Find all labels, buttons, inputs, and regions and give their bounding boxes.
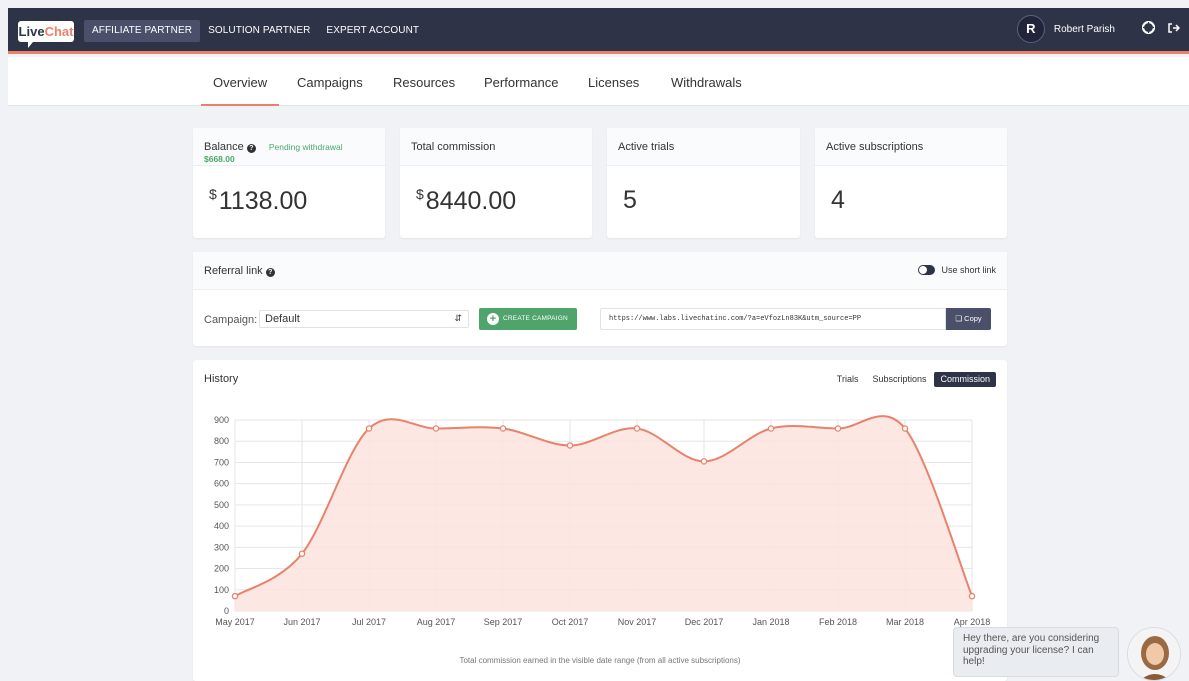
trials-value: 5: [623, 186, 637, 214]
question-icon[interactable]: ?: [246, 144, 256, 153]
commission-card: Total commission $8440.00: [400, 128, 592, 238]
plus-circle-icon: +: [487, 313, 499, 325]
tab-overview[interactable]: Overview: [200, 75, 280, 106]
livechat-logo[interactable]: LiveChat: [18, 21, 74, 48]
x-tick-label: Aug 2017: [417, 617, 456, 627]
logout-icon[interactable]: [1167, 22, 1181, 37]
filter-commission[interactable]: Commission: [934, 372, 996, 387]
data-point: [901, 425, 909, 432]
balance-value: $1138.00: [209, 186, 308, 215]
short-link-label: Use short link: [941, 265, 996, 275]
sub-nav: Overview Campaigns Resources Performance…: [8, 57, 1189, 106]
y-tick-label: 800: [214, 436, 229, 446]
data-point: [968, 592, 976, 600]
short-link-toggle[interactable]: [918, 265, 935, 275]
top-nav: AFFILIATE PARTNER SOLUTION PARTNER EXPER…: [84, 20, 427, 42]
data-point: [231, 592, 239, 600]
history-title: History: [204, 373, 239, 385]
create-campaign-button[interactable]: + CREATE CAMPAIGN: [479, 308, 577, 330]
x-tick-label: Mar 2018: [886, 617, 924, 627]
y-tick-label: 200: [214, 564, 229, 574]
referral-header: Referral link ? Use short link: [193, 252, 1007, 290]
tab-resources[interactable]: Resources: [393, 75, 455, 90]
campaign-selected-value: Default: [265, 313, 300, 325]
copy-icon: ❏: [955, 314, 963, 323]
help-lifebuoy-icon[interactable]: [1141, 20, 1155, 37]
x-tick-label: Apr 2018: [954, 617, 991, 627]
commission-chart: 0 100 200 300 400 500 600 700 800 900 May 2017 Jun …: [214, 415, 991, 627]
campaign-select[interactable]: Default ⇵: [259, 310, 469, 328]
top-bar: LiveChat AFFILIATE PARTNER SOLUTION PART…: [8, 8, 1189, 54]
tab-withdrawals[interactable]: Withdrawals: [671, 75, 742, 90]
filter-trials[interactable]: Trials: [831, 372, 865, 387]
x-tick-label: Sep 2017: [484, 617, 523, 627]
copy-button[interactable]: ❏ Copy: [946, 308, 991, 330]
tab-performance[interactable]: Performance: [484, 75, 558, 90]
x-tick-label: May 2017: [215, 617, 255, 627]
select-arrows-icon: ⇵: [454, 313, 462, 323]
data-point: [499, 425, 507, 432]
balance-card: Balance ? Pending withdrawal $668.00 $11…: [193, 128, 385, 238]
balance-label: Balance: [204, 141, 244, 153]
avatar[interactable]: R: [1016, 15, 1045, 43]
data-point: [432, 425, 440, 432]
y-tick-label: 600: [214, 479, 229, 489]
y-tick-label: 300: [214, 542, 229, 552]
subscriptions-value: 4: [831, 186, 845, 214]
y-tick-label: 700: [214, 457, 229, 467]
subscriptions-label: Active subscriptions: [815, 128, 1007, 166]
history-header: History Trials Subscriptions Commission: [193, 360, 1007, 398]
data-point: [700, 458, 708, 465]
y-tick-label: 100: [214, 585, 229, 595]
data-point: [633, 425, 641, 432]
x-tick-label: Jan 2018: [752, 617, 789, 627]
nav-affiliate-partner[interactable]: AFFILIATE PARTNER: [84, 20, 201, 42]
nav-solution-partner[interactable]: SOLUTION PARTNER: [200, 20, 318, 42]
campaign-label: Campaign:: [204, 314, 258, 326]
data-point: [767, 425, 775, 432]
referral-title: Referral link: [204, 265, 263, 277]
chart-caption: Total commission earned in the visible d…: [459, 656, 741, 665]
x-tick-label: Oct 2017: [552, 617, 589, 627]
data-point: [566, 442, 574, 449]
x-tick-label: Dec 2017: [685, 617, 724, 627]
data-point: [365, 425, 373, 432]
y-tick-label: 500: [214, 500, 229, 510]
data-point: [298, 550, 306, 557]
tab-campaigns[interactable]: Campaigns: [297, 75, 363, 90]
x-tick-label: Nov 2017: [618, 617, 657, 627]
y-tick-label: 900: [214, 415, 229, 425]
referral-url-field[interactable]: https://www.labs.livechatinc.com/?a=eVfo…: [600, 308, 946, 330]
commission-label: Total commission: [400, 128, 592, 166]
y-tick-label: 400: [214, 521, 229, 531]
chat-agent-avatar[interactable]: [1127, 627, 1181, 681]
user-area: R Robert Parish: [1016, 15, 1181, 43]
filter-subscriptions[interactable]: Subscriptions: [866, 372, 932, 387]
balance-header: Balance ? Pending withdrawal $668.00: [193, 128, 385, 166]
user-name[interactable]: Robert Parish: [1054, 24, 1115, 35]
series-area: [235, 416, 972, 611]
referral-card: Referral link ? Use short link Campaign:…: [193, 252, 1007, 346]
history-card: History Trials Subscriptions Commission …: [193, 360, 1007, 681]
history-filters: Trials Subscriptions Commission: [829, 372, 996, 387]
chat-message-bubble[interactable]: Hey there, are you considering upgrading…: [953, 627, 1119, 677]
subscriptions-card: Active subscriptions 4: [815, 128, 1007, 238]
commission-value: $8440.00: [416, 186, 517, 215]
data-point: [834, 425, 842, 432]
x-tick-label: Jun 2017: [283, 617, 320, 627]
nav-expert-account[interactable]: EXPERT ACCOUNT: [318, 20, 427, 42]
question-icon[interactable]: ?: [265, 268, 275, 277]
trials-label: Active trials: [607, 128, 800, 166]
x-tick-label: Feb 2018: [819, 617, 857, 627]
y-tick-label: 0: [224, 606, 229, 616]
tab-licenses[interactable]: Licenses: [588, 75, 639, 90]
trials-card: Active trials 5: [607, 128, 800, 238]
x-tick-label: Jul 2017: [352, 617, 386, 627]
